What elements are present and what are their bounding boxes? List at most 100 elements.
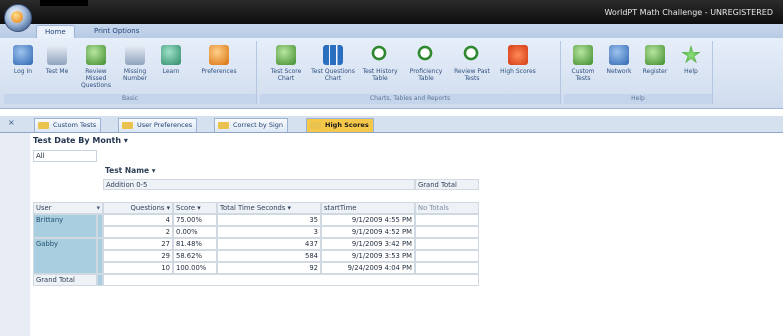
table-cell: 9/1/2009 4:55 PM bbox=[321, 214, 415, 226]
folder-icon bbox=[38, 122, 49, 129]
close-icon[interactable]: × bbox=[8, 118, 15, 127]
table-cell: 0.00% bbox=[173, 226, 217, 238]
register-button[interactable]: Register bbox=[638, 45, 672, 75]
ribbon: Log In Test Me Review Missed Questions M… bbox=[0, 38, 783, 109]
row-user-brittany[interactable]: Brittany bbox=[33, 214, 97, 238]
line-chart-icon bbox=[276, 45, 296, 65]
table-cell: 75.00% bbox=[173, 214, 217, 226]
table-cell: 29 bbox=[103, 250, 173, 262]
learn-icon bbox=[161, 45, 181, 65]
preferences-icon bbox=[209, 45, 229, 65]
ribbon-group-help: Custom Tests Network Register Help Help bbox=[564, 41, 713, 104]
magnifier-icon bbox=[462, 45, 482, 65]
table-cell bbox=[415, 250, 479, 262]
network-icon bbox=[609, 45, 629, 65]
ribbon-tab-strip: Home Print Options bbox=[0, 24, 783, 39]
value-header-total-time[interactable]: Total Time Seconds ▾ bbox=[217, 202, 321, 214]
custom-tests-button[interactable]: Custom Tests bbox=[566, 45, 600, 82]
table-cell: 35 bbox=[217, 214, 321, 226]
table-cell: 10 bbox=[103, 262, 173, 274]
grand-total-row-values bbox=[103, 274, 479, 286]
table-cell: 9/1/2009 4:52 PM bbox=[321, 226, 415, 238]
missing-number-icon bbox=[125, 45, 145, 65]
value-header-start-time[interactable]: startTime bbox=[321, 202, 415, 214]
high-scores-button[interactable]: High Scores bbox=[500, 45, 536, 75]
review-past-tests-button[interactable]: Review Past Tests bbox=[450, 45, 494, 82]
table-cell: 9/1/2009 3:42 PM bbox=[321, 238, 415, 250]
review-missed-button[interactable]: Review Missed Questions bbox=[76, 45, 116, 89]
doc-tab-custom-tests[interactable]: Custom Tests bbox=[34, 118, 102, 132]
grand-total-column-header: Grand Total bbox=[415, 179, 479, 190]
title-bar-stub bbox=[40, 0, 88, 6]
filter-value[interactable]: All bbox=[33, 150, 97, 162]
register-icon bbox=[645, 45, 665, 65]
application-menu-button[interactable] bbox=[4, 4, 32, 32]
table-cell: 100.00% bbox=[173, 262, 217, 274]
table-cell: 9/24/2009 4:04 PM bbox=[321, 262, 415, 274]
review-icon bbox=[86, 45, 106, 65]
magnifier-icon bbox=[370, 45, 390, 65]
preferences-button[interactable]: Preferences bbox=[194, 45, 244, 75]
table-cell bbox=[415, 238, 479, 250]
login-icon bbox=[13, 45, 33, 65]
no-totals-cell: No Totals bbox=[415, 202, 479, 214]
window-title: WorldPT Math Challenge - UNREGISTERED bbox=[604, 8, 773, 17]
test-questions-chart-button[interactable]: Test Questions Chart bbox=[310, 45, 356, 82]
ribbon-group-basic: Log In Test Me Review Missed Questions M… bbox=[4, 41, 257, 104]
test-icon bbox=[47, 45, 67, 65]
doc-tab-user-preferences[interactable]: User Preferences bbox=[118, 118, 198, 132]
table-cell: 81.48% bbox=[173, 238, 217, 250]
table-cell: 27 bbox=[103, 238, 173, 250]
tools-icon bbox=[573, 45, 593, 65]
table-cell: 3 bbox=[217, 226, 321, 238]
test-me-button[interactable]: Test Me bbox=[40, 45, 74, 75]
bar-chart-icon bbox=[323, 45, 343, 65]
star-icon bbox=[681, 45, 701, 64]
row-field-user[interactable]: User ▾ bbox=[33, 202, 103, 214]
ribbon-group-label-charts: Charts, Tables and Reports bbox=[260, 94, 560, 104]
value-header-questions[interactable]: Questions ▾ bbox=[103, 202, 173, 214]
folder-icon bbox=[310, 122, 321, 129]
tab-print-options[interactable]: Print Options bbox=[86, 25, 147, 38]
doc-tab-correct-by-sign[interactable]: Correct by Sign bbox=[214, 118, 289, 132]
help-button[interactable]: Help bbox=[674, 45, 708, 75]
table-cell: 584 bbox=[217, 250, 321, 262]
magnifier-icon bbox=[416, 45, 436, 65]
ribbon-group-charts: Test Score Chart Test Questions Chart Te… bbox=[260, 41, 561, 104]
left-margin bbox=[0, 133, 30, 336]
column-field-test-name[interactable]: Test Name ▾ bbox=[103, 166, 343, 178]
title-bar: WorldPT Math Challenge - UNREGISTERED bbox=[0, 0, 783, 24]
folder-icon bbox=[218, 122, 229, 129]
heart-icon bbox=[508, 45, 528, 65]
table-cell: 58.62% bbox=[173, 250, 217, 262]
table-cell: 92 bbox=[217, 262, 321, 274]
tab-home[interactable]: Home bbox=[36, 25, 75, 39]
proficiency-table-button[interactable]: Proficiency Table bbox=[404, 45, 448, 82]
folder-icon bbox=[122, 122, 133, 129]
ribbon-group-label-help: Help bbox=[564, 94, 712, 104]
test-history-table-button[interactable]: Test History Table bbox=[358, 45, 402, 82]
login-button[interactable]: Log In bbox=[6, 45, 40, 75]
filter-field-test-date-by-month[interactable]: Test Date By Month ▾ bbox=[33, 136, 153, 145]
dropdown-icon: ▾ bbox=[96, 204, 100, 212]
grand-total-row-label: Grand Total bbox=[33, 274, 97, 286]
table-cell bbox=[415, 262, 479, 274]
table-cell: 4 bbox=[103, 214, 173, 226]
row-user-gabby[interactable]: Gabby bbox=[33, 238, 97, 274]
learn-button[interactable]: Learn bbox=[154, 45, 188, 75]
table-cell: 437 bbox=[217, 238, 321, 250]
table-cell bbox=[415, 226, 479, 238]
document-tab-strip: × Custom Tests User Preferences Correct … bbox=[0, 116, 783, 133]
ribbon-group-label-basic: Basic bbox=[4, 94, 256, 104]
doc-tab-high-scores[interactable]: High Scores bbox=[306, 118, 374, 132]
missing-number-button[interactable]: Missing Number bbox=[118, 45, 152, 82]
table-cell bbox=[415, 214, 479, 226]
app-orb-icon bbox=[11, 11, 23, 23]
pivot-grid-panel: Test Date By Month ▾ All Test Name ▾ Add… bbox=[0, 133, 783, 336]
table-cell: 2 bbox=[103, 226, 173, 238]
table-cell: 9/1/2009 3:53 PM bbox=[321, 250, 415, 262]
value-header-score[interactable]: Score ▾ bbox=[173, 202, 217, 214]
column-group-addition: Addition 0-5 bbox=[103, 179, 415, 190]
network-button[interactable]: Network bbox=[602, 45, 636, 75]
test-score-chart-button[interactable]: Test Score Chart bbox=[264, 45, 308, 82]
